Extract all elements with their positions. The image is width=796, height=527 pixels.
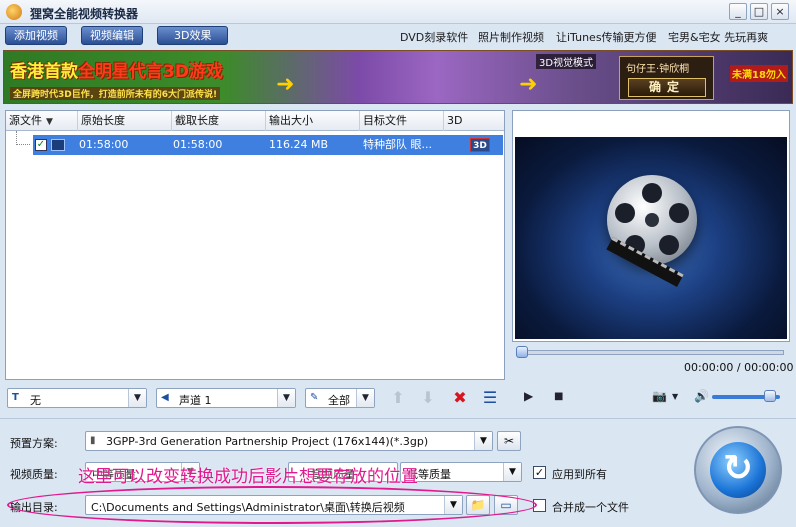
- chevron-down-icon[interactable]: ▼: [503, 463, 521, 481]
- effect-3d-button[interactable]: 3D效果: [157, 26, 229, 45]
- film-icon: [51, 139, 65, 151]
- row-checkbox[interactable]: ✓: [35, 139, 47, 151]
- banner-subline: 全屏跨时代3D巨作，打造前所未有的6大门派传说!: [10, 87, 221, 100]
- preset-select[interactable]: ▮ 3GPP-3rd Generation Partnership Projec…: [85, 431, 493, 451]
- chevron-down-icon[interactable]: ▼: [277, 389, 295, 407]
- app-logo-icon: [6, 4, 22, 20]
- play-icon[interactable]: ▶: [524, 389, 533, 403]
- delete-icon[interactable]: ✖: [450, 388, 470, 408]
- preset-settings-button[interactable]: ✂: [497, 431, 521, 451]
- banner-confirm-button[interactable]: 确定: [628, 78, 706, 97]
- banner-game-box: 句仔王·钟欣桐 确定: [619, 56, 714, 100]
- edit-icon: ✎: [310, 392, 319, 403]
- column-output-size[interactable]: 输出大小: [266, 111, 360, 131]
- preview-panel: [512, 110, 790, 342]
- convert-arrow-icon: ↻: [710, 442, 766, 498]
- volume-icon[interactable]: 🔊: [694, 389, 709, 403]
- annotation-text: 这里可以改变转换成功后影片想要存放的位置: [78, 467, 418, 487]
- seek-thumb[interactable]: [516, 346, 528, 358]
- banner-headline: 香港首款全明星代言3D游戏: [10, 62, 223, 82]
- phone-icon: ▮: [90, 435, 96, 446]
- title-bar: 狸窝全能视频转换器 _ □ ×: [0, 0, 796, 24]
- banner-mode-label: 3D视觉模式: [536, 54, 597, 69]
- audio-track-select[interactable]: ◀ 声道 1 ▼: [156, 388, 296, 408]
- cell-output-size: 116.24 MB: [269, 138, 329, 151]
- clear-list-icon[interactable]: ☰: [480, 388, 500, 408]
- file-list-header: 源文件 ▼ 原始长度 截取长度 输出大小 目标文件 3D: [6, 111, 504, 131]
- cell-cut-length: 01:58:00: [173, 138, 223, 151]
- window-title: 狸窝全能视频转换器: [30, 7, 139, 21]
- move-up-icon[interactable]: ⬆: [388, 388, 408, 408]
- column-original-length[interactable]: 原始长度: [78, 111, 172, 131]
- merge-label: 合并成一个文件: [552, 501, 629, 514]
- subtitle-select[interactable]: T 无 ▼: [7, 388, 147, 408]
- column-target-file[interactable]: 目标文件: [360, 111, 444, 131]
- link-photo-video[interactable]: 照片制作视频: [478, 29, 544, 45]
- banner-arrow-icon: ➜: [276, 72, 295, 97]
- speaker-icon: ◀: [161, 392, 169, 403]
- time-readout: 00:00:00 / 00:00:00: [684, 361, 794, 374]
- preview-screen: [515, 137, 787, 339]
- range-select[interactable]: ✎ 全部 ▼: [305, 388, 375, 408]
- table-row[interactable]: ✓ 01:58:00 01:58:00 116.24 MB 特种部队 眼... …: [33, 135, 503, 155]
- chevron-down-icon[interactable]: ▼: [672, 392, 678, 401]
- banner-age-ribbon: 未满18勿入: [730, 65, 788, 82]
- banner-arrow-icon: ➜: [519, 72, 538, 97]
- volume-thumb[interactable]: [764, 390, 776, 402]
- column-3d[interactable]: 3D: [444, 111, 504, 131]
- maximize-button[interactable]: □: [750, 3, 768, 20]
- close-button[interactable]: ×: [771, 3, 789, 20]
- tree-connector: [16, 131, 30, 145]
- subtitle-icon: T: [12, 392, 19, 403]
- cell-original-length: 01:58:00: [79, 138, 129, 151]
- link-games[interactable]: 宅男&宅女 先玩再爽: [668, 29, 768, 45]
- column-cut-length[interactable]: 截取长度: [172, 111, 266, 131]
- toolbar: 添加视频 视频编辑 3D效果 DVD刻录软件 照片制作视频 让iTunes传输更…: [0, 24, 796, 48]
- low-quality-select[interactable]: 低等质量 ▼: [400, 462, 522, 482]
- chevron-down-icon[interactable]: ▼: [128, 389, 146, 407]
- ad-banner[interactable]: 香港首款全明星代言3D游戏 全屏跨时代3D巨作，打造前所未有的6大门派传说! ➜…: [3, 50, 793, 104]
- link-itunes[interactable]: 让iTunes传输更方便: [556, 29, 657, 45]
- add-video-button[interactable]: 添加视频: [5, 26, 67, 45]
- file-list[interactable]: 源文件 ▼ 原始长度 截取长度 输出大小 目标文件 3D ✓ 01:58:00 0…: [5, 110, 505, 380]
- player-controls: ▶ ■ 📷 ▼ 🔊: [512, 385, 790, 409]
- apply-all-checkbox[interactable]: ✓: [533, 466, 546, 479]
- preset-label: 预置方案:: [10, 437, 58, 450]
- minimize-button[interactable]: _: [729, 3, 747, 20]
- camera-icon[interactable]: 📷: [652, 389, 667, 403]
- edit-video-button[interactable]: 视频编辑: [81, 26, 143, 45]
- seek-bar[interactable]: [516, 350, 784, 355]
- stop-icon[interactable]: ■: [554, 391, 563, 402]
- annotation-ellipse: [7, 486, 537, 524]
- chevron-down-icon[interactable]: ▼: [474, 432, 492, 450]
- convert-button[interactable]: ↻: [694, 426, 782, 514]
- apply-all-label: 应用到所有: [552, 468, 607, 481]
- chevron-down-icon[interactable]: ▼: [356, 389, 374, 407]
- column-source-file[interactable]: 源文件 ▼: [6, 111, 78, 131]
- quality-label: 视频质量:: [10, 468, 58, 481]
- cell-target-file: 特种部队 眼...: [363, 138, 432, 151]
- banner-game-name: 句仔王·钟欣桐: [626, 64, 690, 75]
- move-down-icon[interactable]: ⬇: [418, 388, 438, 408]
- badge-3d-icon[interactable]: 3D: [470, 138, 490, 152]
- link-dvd-burner[interactable]: DVD刻录软件: [400, 29, 468, 45]
